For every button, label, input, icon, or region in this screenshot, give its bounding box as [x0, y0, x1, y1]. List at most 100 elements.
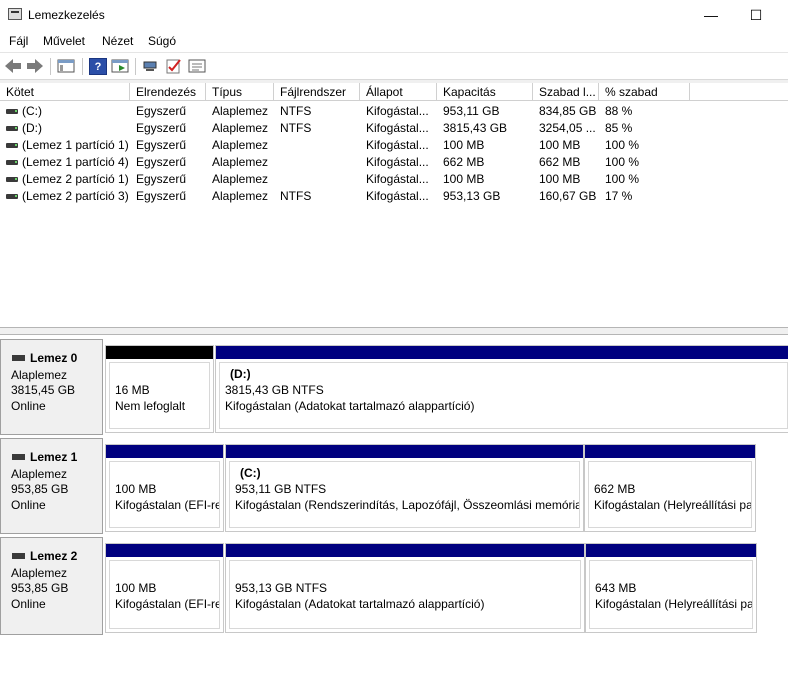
partition-color-bar: [585, 445, 755, 458]
partition-size: 662 MB: [594, 482, 636, 496]
volume-row[interactable]: (C:) Egyszerű Alaplemez NTFS Kifogástal... 95…: [0, 103, 788, 120]
disk-type: Alaplemez: [11, 566, 68, 580]
partition-color-bar: [106, 445, 223, 458]
disk-name: Lemez 2: [30, 549, 78, 563]
menu-action[interactable]: Művelet: [43, 34, 85, 48]
partition-efi[interactable]: 100 MB Kifogástalan (EFI-rendszerpartíci…: [105, 543, 224, 633]
partition-size: 16 MB: [115, 383, 150, 397]
volume-list: Kötet Elrendezés Típus Fájlrendszer Álla…: [0, 83, 788, 327]
volume-free-cell: 100 MB: [539, 138, 581, 152]
volume-status-cell: Kifogástal...: [366, 172, 429, 186]
volume-capacity-cell: 3815,43 GB: [443, 121, 508, 135]
partition-color-bar: [106, 346, 213, 359]
volume-row[interactable]: (Lemez 2 partíció 1) Egyszerű Alaplemez Kif…: [0, 171, 788, 188]
partition-color-bar: [106, 544, 223, 557]
volume-row[interactable]: (Lemez 1 partíció 1) Egyszerű Alaplemez Kif…: [0, 137, 788, 154]
volume-layout-cell: Egyszerű: [136, 189, 187, 203]
partition-recovery[interactable]: 662 MB Kifogástalan (Helyreállítási part…: [584, 444, 756, 532]
disk-1-label[interactable]: Lemez 1 Alaplemez 953,85 GB Online: [0, 438, 103, 534]
pane-splitter[interactable]: [0, 327, 788, 335]
volume-name-cell: (Lemez 1 partíció 4): [22, 155, 129, 169]
disk-icon: [12, 553, 25, 559]
volume-pct-cell: 100 %: [605, 138, 640, 152]
volume-icon: [6, 160, 18, 165]
menu-help[interactable]: Súgó: [148, 34, 176, 48]
column-header-capacity[interactable]: Kapacitás: [437, 83, 533, 101]
partition-status: Kifogástalan (Helyreállítási partíció): [594, 498, 752, 512]
volume-type-cell: Alaplemez: [212, 138, 269, 152]
back-arrow-icon[interactable]: [4, 58, 22, 75]
disk-name: Lemez 1: [30, 450, 78, 464]
menu-bar: Fájl Művelet Nézet Súgó: [0, 30, 788, 52]
volume-pct-cell: 85 %: [605, 121, 633, 135]
volume-status-cell: Kifogástal...: [366, 104, 429, 118]
partition-efi[interactable]: 100 MB Kifogástalan (EFI-rendszerpartíci…: [105, 444, 224, 532]
partition-size: 100 MB: [115, 581, 157, 595]
check-icon[interactable]: [165, 58, 183, 75]
volume-row[interactable]: (Lemez 2 partíció 3) Egyszerű Alaplemez NTF…: [0, 188, 788, 205]
partition-c[interactable]: (C:) 953,11 GB NTFS Kifogástalan (Rendsz…: [225, 444, 584, 532]
partition-color-bar: [216, 346, 788, 359]
disk-icon: [12, 355, 25, 361]
title-bar: Lemezkezelés — ☐: [0, 0, 788, 30]
partition-status: Kifogástalan (Helyreállítási partíció): [595, 597, 753, 611]
disk-0-label[interactable]: Lemez 0 Alaplemez 3815,45 GB Online: [0, 339, 103, 435]
disk-type: Alaplemez: [11, 368, 68, 382]
column-header-type[interactable]: Típus: [206, 83, 274, 101]
volume-pct-cell: 88 %: [605, 104, 633, 118]
action-pane-icon[interactable]: [111, 58, 129, 75]
properties-icon[interactable]: [188, 58, 206, 75]
minimize-button[interactable]: —: [688, 0, 734, 30]
volume-free-cell: 160,67 GB: [539, 189, 597, 203]
maximize-button[interactable]: ☐: [733, 0, 779, 30]
partition-size: 643 MB: [595, 581, 637, 595]
volume-layout-cell: Egyszerű: [136, 121, 187, 135]
volume-capacity-cell: 662 MB: [443, 155, 485, 169]
disk-2-label[interactable]: Lemez 2 Alaplemez 953,85 GB Online: [0, 537, 103, 635]
column-header-volume[interactable]: Kötet: [0, 83, 130, 101]
volume-layout-cell: Egyszerű: [136, 155, 187, 169]
partition-recovery[interactable]: 643 MB Kifogástalan (Helyreállítási part…: [585, 543, 757, 633]
menu-view[interactable]: Nézet: [102, 34, 133, 48]
partition-data[interactable]: 953,13 GB NTFS Kifogástalan (Adatokat ta…: [225, 543, 585, 633]
disk-status: Online: [11, 498, 46, 512]
volume-name-cell: (Lemez 2 partíció 3): [22, 189, 129, 203]
volume-layout-cell: Egyszerű: [136, 104, 187, 118]
column-header-status[interactable]: Állapot: [360, 83, 437, 101]
column-header-free-space[interactable]: Szabad l...: [533, 83, 599, 101]
volume-capacity-cell: 100 MB: [443, 172, 485, 186]
volume-type-cell: Alaplemez: [212, 104, 269, 118]
volume-type-cell: Alaplemez: [212, 121, 269, 135]
volume-type-cell: Alaplemez: [212, 189, 269, 203]
volume-capacity-cell: 953,11 GB: [443, 104, 500, 118]
volume-fs-cell: NTFS: [280, 121, 312, 135]
volume-name-cell: (Lemez 2 partíció 1): [22, 172, 129, 186]
volume-type-cell: Alaplemez: [212, 155, 269, 169]
volume-free-cell: 834,85 GB: [539, 104, 597, 118]
partition-size: 100 MB: [115, 482, 157, 496]
partition-status: Nem lefoglalt: [115, 399, 186, 413]
disk-size: 953,85 GB: [11, 482, 69, 496]
volume-row[interactable]: (D:) Egyszerű Alaplemez NTFS Kifogástal... 38…: [0, 120, 788, 137]
partition-status: Kifogástalan (EFI-rendszerpartíció): [115, 597, 219, 611]
volume-row[interactable]: (Lemez 1 partíció 4) Egyszerű Alaplemez Kif…: [0, 154, 788, 171]
partition-color-bar: [226, 544, 584, 557]
help-icon[interactable]: ?: [89, 58, 107, 75]
column-header-filesystem[interactable]: Fájlrendszer: [274, 83, 360, 101]
volume-icon: [6, 143, 18, 148]
partition-size: 3815,43 GB NTFS: [225, 383, 324, 397]
column-header-layout[interactable]: Elrendezés: [130, 83, 206, 101]
menu-file[interactable]: Fájl: [9, 34, 28, 48]
volume-icon: [6, 126, 18, 131]
connect-icon[interactable]: [142, 58, 160, 75]
volume-fs-cell: [280, 171, 362, 188]
forward-arrow-icon[interactable]: [26, 58, 44, 75]
column-header-percent-free[interactable]: % szabad: [599, 83, 690, 101]
partition-unallocated[interactable]: 16 MB Nem lefoglalt: [105, 345, 214, 433]
disk-name: Lemez 0: [30, 351, 78, 365]
show-hide-console-tree-icon[interactable]: [57, 58, 75, 75]
volume-fs-cell: NTFS: [280, 189, 312, 203]
partition-d[interactable]: (D:) 3815,43 GB NTFS Kifogástalan (Adato…: [215, 345, 788, 433]
volume-layout-cell: Egyszerű: [136, 138, 187, 152]
volume-capacity-cell: 953,13 GB: [443, 189, 501, 203]
